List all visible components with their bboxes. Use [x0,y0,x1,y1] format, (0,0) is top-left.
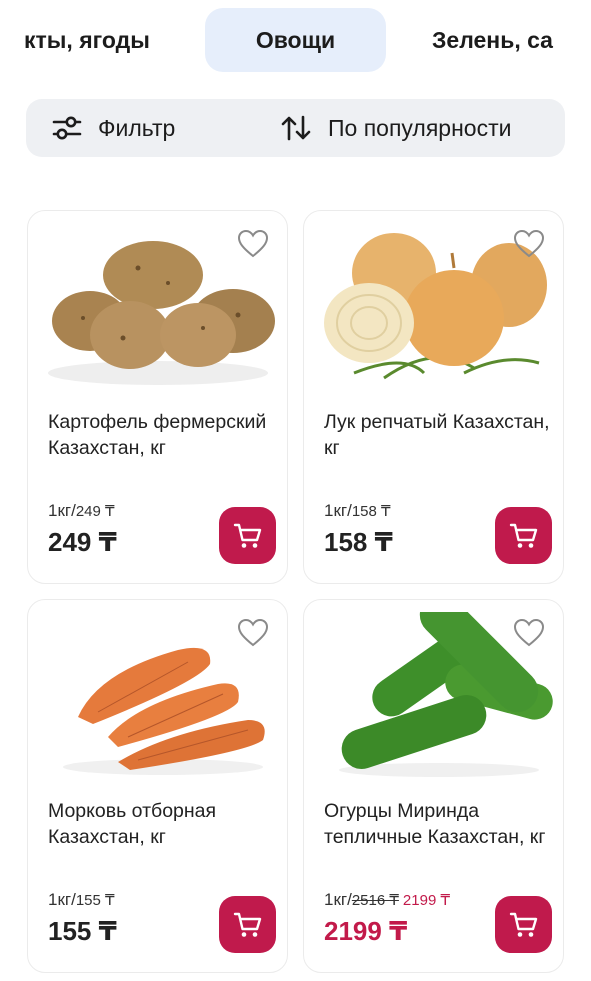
price-per-kg: 1кг/249 ₸ [48,501,115,520]
filter-label: Фильтр [98,114,176,141]
tab-fruits-berries[interactable]: кты, ягоды [24,8,150,72]
add-to-cart-button[interactable] [495,507,552,564]
price-per-kg: 1кг/158 ₸ [324,501,391,520]
cart-icon [509,912,537,937]
product-card-potato[interactable]: Картофель фермерский Казахстан, кг 1кг/2… [27,210,288,584]
product-name: Лук репчатый Казахстан, кг [324,411,550,459]
product-price: 158 ₸ [324,527,393,557]
heart-icon[interactable] [513,618,545,648]
filter-sort-bar: Фильтр По популярности [26,99,565,157]
add-to-cart-button[interactable] [219,507,276,564]
sort-label: По популярности [328,114,512,141]
product-card-onion[interactable]: Лук репчатый Казахстан, кг 1кг/158 ₸ 158… [303,210,564,584]
product-price: 155 ₸ [48,916,117,946]
cart-icon [233,523,261,548]
product-price: 2199 ₸ [324,916,408,946]
add-to-cart-button[interactable] [495,896,552,953]
sort-arrows-icon [281,115,311,141]
add-to-cart-button[interactable] [219,896,276,953]
filter-sliders-icon [52,116,82,140]
sort-button[interactable]: По популярности [280,99,511,157]
product-name: Картофель фермерский Казахстан, кг [48,411,267,459]
filter-button[interactable]: Фильтр [52,99,175,157]
category-tabs: кты, ягоды Овощи Зелень, са [0,0,591,80]
tab-greens[interactable]: Зелень, са [432,8,568,72]
heart-icon[interactable] [513,229,545,259]
product-card-carrot[interactable]: Морковь отборная Казахстан, кг 1кг/155 ₸… [27,599,288,973]
product-price: 249 ₸ [48,527,117,557]
tab-vegetables[interactable]: Овощи [205,8,386,72]
cart-icon [233,912,261,937]
product-card-cucumber[interactable]: Огурцы Миринда тепличные Казахстан, кг 1… [303,599,564,973]
price-per-kg: 1кг/2516 ₸ 2199 ₸ [324,890,451,909]
product-name: Морковь отборная Казахстан, кг [48,800,217,848]
price-per-kg: 1кг/155 ₸ [48,890,115,909]
product-name: Огурцы Миринда тепличные Казахстан, кг [324,800,546,848]
cart-icon [509,523,537,548]
heart-icon[interactable] [237,229,269,259]
heart-icon[interactable] [237,618,269,648]
